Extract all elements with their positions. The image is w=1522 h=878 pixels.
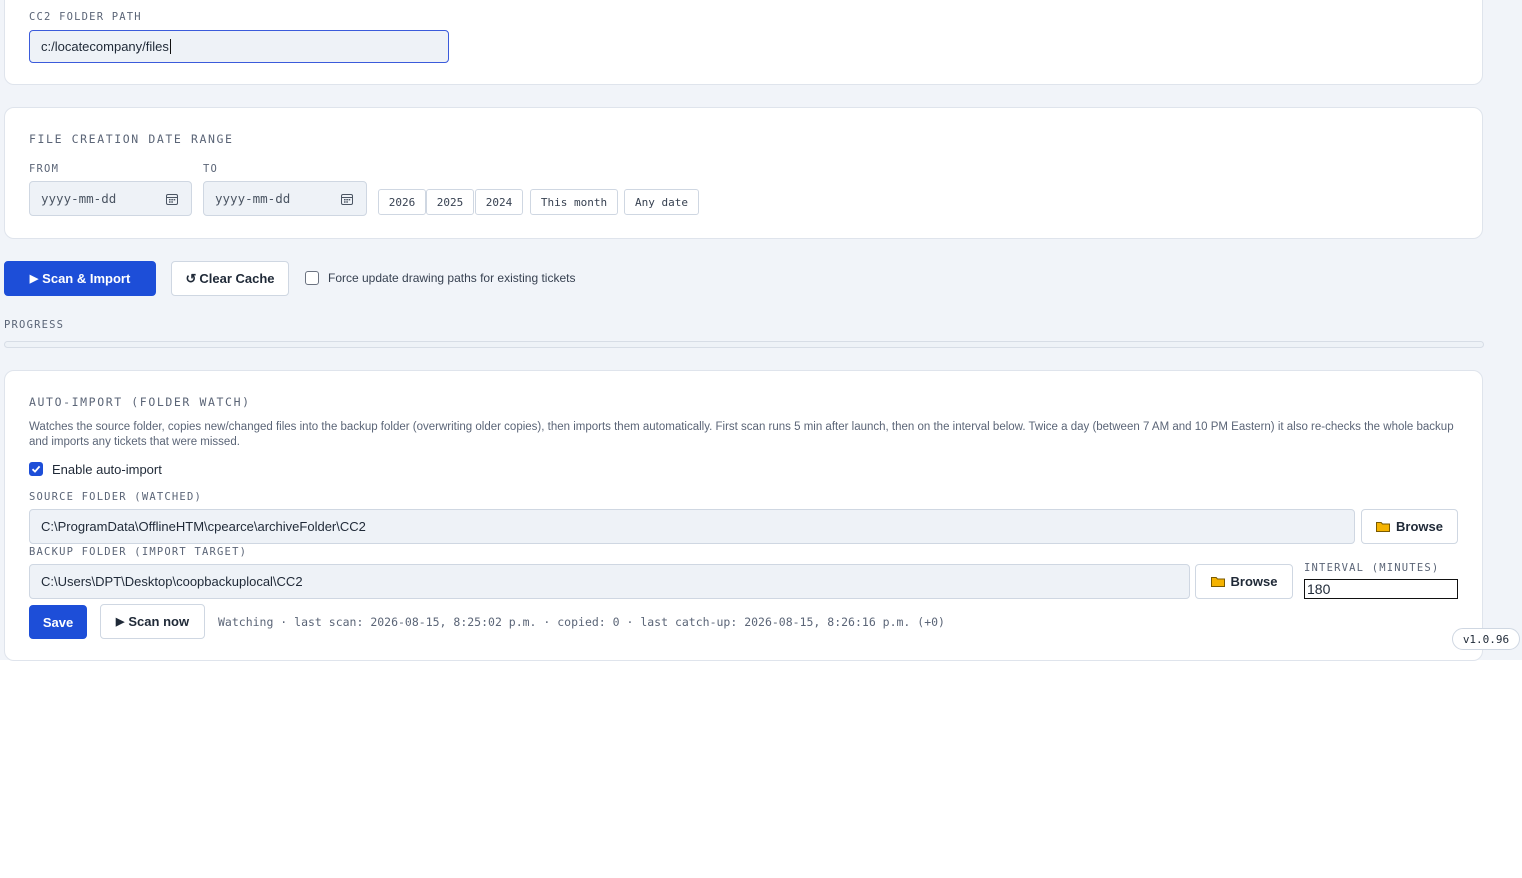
to-date-input[interactable]: yyyy-mm-dd: [203, 181, 367, 216]
version-badge: v1.0.96: [1452, 628, 1520, 650]
calendar-icon[interactable]: [341, 193, 353, 208]
from-label: FROM: [29, 163, 60, 175]
watch-status-text: Watching · last scan: 2026-08-15, 8:25:0…: [218, 615, 945, 629]
play-icon: ▶: [29, 273, 39, 285]
preset-2024-button[interactable]: 2024: [475, 189, 523, 215]
date-range-title: FILE CREATION DATE RANGE: [29, 132, 234, 146]
source-browse-button[interactable]: Browse: [1361, 509, 1458, 544]
to-date-placeholder: yyyy-mm-dd: [215, 191, 291, 206]
source-folder-input[interactable]: C:\ProgramData\OfflineHTM\cpearce\archiv…: [29, 509, 1355, 544]
scan-now-button[interactable]: ▶ Scan now: [100, 604, 205, 639]
source-folder-value: C:\ProgramData\OfflineHTM\cpearce\archiv…: [41, 519, 366, 534]
preset-2026-button[interactable]: 2026: [378, 189, 426, 215]
from-date-placeholder: yyyy-mm-dd: [41, 191, 117, 206]
interval-input[interactable]: 180: [1304, 579, 1458, 599]
progress-label: PROGRESS: [4, 319, 65, 331]
backup-folder-value: C:\Users\DPT\Desktop\coopbackuplocal\CC2: [41, 574, 303, 589]
auto-import-card: AUTO-IMPORT (FOLDER WATCH) Watches the s…: [4, 370, 1483, 661]
scan-import-button[interactable]: ▶ Scan & Import: [4, 261, 156, 296]
date-range-card: FILE CREATION DATE RANGE FROM TO yyyy-mm…: [4, 107, 1483, 239]
interval-label: INTERVAL (MINUTES): [1304, 562, 1440, 574]
cc2-path-input[interactable]: c:/locatecompany/files: [29, 30, 449, 63]
scan-now-label: Scan now: [128, 614, 190, 629]
preset-this-month-button[interactable]: This month: [530, 189, 618, 215]
text-cursor: [169, 39, 171, 54]
source-browse-label: Browse: [1396, 519, 1443, 534]
calendar-icon[interactable]: [166, 193, 178, 208]
force-update-label: Force update drawing paths for existing …: [328, 271, 576, 285]
preset-any-date-button[interactable]: Any date: [624, 189, 699, 215]
auto-import-description: Watches the source folder, copies new/ch…: [29, 421, 1454, 448]
auto-import-title: AUTO-IMPORT (FOLDER WATCH): [29, 395, 251, 409]
enable-auto-import-checkbox[interactable]: [29, 462, 43, 476]
clear-cache-label: Clear Cache: [199, 271, 275, 286]
to-label: TO: [203, 163, 219, 175]
backup-folder-input[interactable]: C:\Users\DPT\Desktop\coopbackuplocal\CC2: [29, 564, 1190, 599]
from-date-input[interactable]: yyyy-mm-dd: [29, 181, 192, 216]
backup-folder-label: BACKUP FOLDER (IMPORT TARGET): [29, 546, 248, 558]
enable-auto-import-label: Enable auto-import: [52, 462, 162, 477]
clear-cache-button[interactable]: ↺ Clear Cache: [171, 261, 289, 296]
interval-value: 180: [1307, 581, 1331, 597]
force-update-checkbox[interactable]: [305, 271, 319, 285]
progress-bar: [4, 341, 1484, 348]
cc2-path-value: c:/locatecompany/files: [41, 39, 169, 54]
backup-browse-button[interactable]: Browse: [1195, 564, 1293, 599]
backup-browse-label: Browse: [1230, 574, 1278, 589]
cc2-path-label: CC2 FOLDER PATH: [29, 11, 142, 23]
refresh-icon: ↺: [185, 270, 197, 286]
source-folder-label: SOURCE FOLDER (WATCHED): [29, 491, 202, 503]
scan-import-label: Scan & Import: [42, 271, 131, 286]
cc2-path-card: CC2 FOLDER PATH c:/locatecompany/files: [4, 0, 1483, 85]
save-label: Save: [42, 614, 74, 630]
save-button[interactable]: Save: [29, 605, 87, 639]
preset-2025-button[interactable]: 2025: [426, 189, 474, 215]
play-icon: ▶: [115, 616, 125, 628]
folder-icon: [1210, 577, 1225, 587]
folder-icon: [1376, 522, 1391, 532]
